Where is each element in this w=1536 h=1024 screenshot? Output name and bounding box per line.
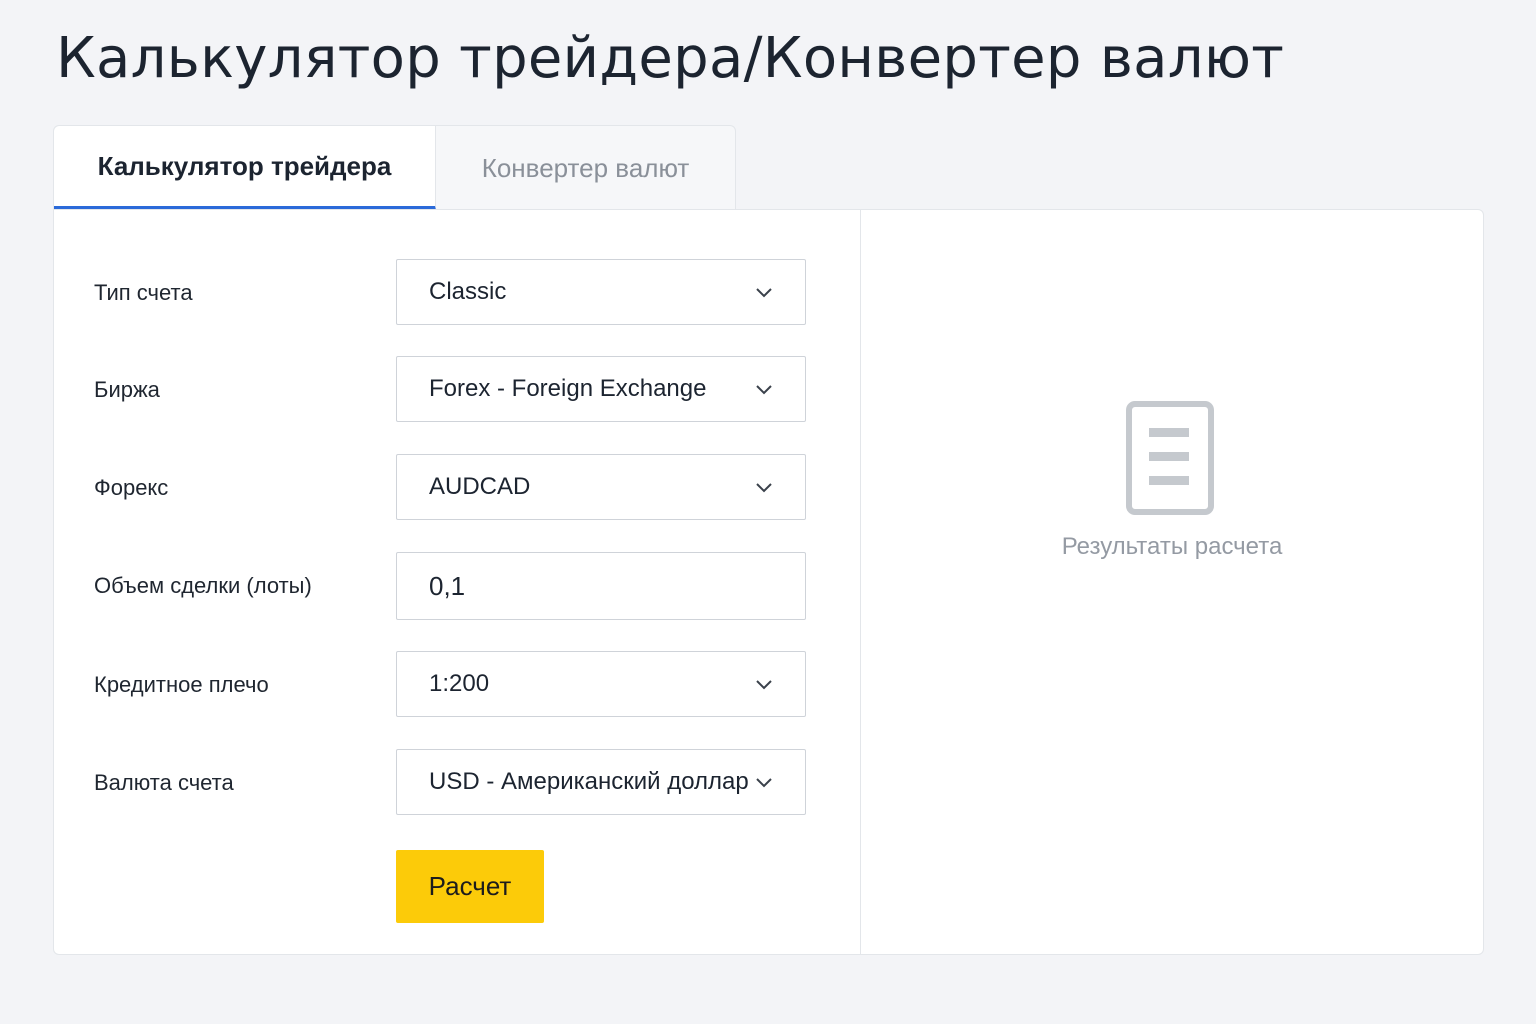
- currency-label: Валюта счета: [94, 770, 234, 795]
- volume-row: Объем сделки (лоты): [54, 552, 860, 620]
- account-type-label: Тип счета: [94, 280, 193, 305]
- exchange-label: Биржа: [94, 377, 160, 402]
- instrument-label: Форекс: [94, 475, 169, 500]
- tab-bar: Калькулятор трейдера Конвертер валют: [53, 125, 736, 210]
- account-type-value: Classic: [429, 278, 507, 305]
- leverage-label: Кредитное плечо: [94, 672, 269, 697]
- page-title: Калькулятор трейдера/Конвертер валют: [56, 26, 1285, 91]
- exchange-select[interactable]: Forex - Foreign Exchange: [396, 356, 806, 422]
- calculator-card: Тип счета Classic Биржа Forex - Foreign …: [53, 209, 1484, 955]
- tab-currency-converter[interactable]: Конвертер валют: [436, 126, 735, 210]
- currency-row: Валюта счета USD - Американский доллар: [54, 749, 860, 817]
- account-type-row: Тип счета Classic: [54, 259, 860, 327]
- currency-select[interactable]: USD - Американский доллар: [396, 749, 806, 815]
- chevron-down-icon: [756, 483, 772, 493]
- leverage-select[interactable]: 1:200: [396, 651, 806, 717]
- chevron-down-icon: [756, 288, 772, 298]
- chevron-down-icon: [756, 680, 772, 690]
- instrument-value: AUDCAD: [429, 473, 531, 500]
- leverage-value: 1:200: [429, 670, 490, 697]
- results-pane: Результаты расчета: [861, 210, 1483, 954]
- tab-trader-calculator[interactable]: Калькулятор трейдера: [54, 126, 436, 210]
- calculate-button[interactable]: Расчет: [396, 850, 544, 923]
- exchange-value: Forex - Foreign Exchange: [429, 375, 707, 402]
- exchange-row: Биржа Forex - Foreign Exchange: [54, 356, 860, 424]
- leverage-row: Кредитное плечо 1:200: [54, 651, 860, 719]
- chevron-down-icon: [756, 385, 772, 395]
- account-type-select[interactable]: Classic: [396, 259, 806, 325]
- results-placeholder: Результаты расчета: [1061, 533, 1283, 560]
- instrument-select[interactable]: AUDCAD: [396, 454, 806, 520]
- form-pane: Тип счета Classic Биржа Forex - Foreign …: [54, 210, 861, 954]
- currency-value: USD - Американский доллар: [429, 768, 749, 795]
- volume-input[interactable]: [396, 552, 806, 620]
- instrument-row: Форекс AUDCAD: [54, 454, 860, 522]
- volume-label: Объем сделки (лоты): [94, 573, 312, 598]
- document-icon: [1126, 401, 1214, 515]
- chevron-down-icon: [756, 778, 772, 788]
